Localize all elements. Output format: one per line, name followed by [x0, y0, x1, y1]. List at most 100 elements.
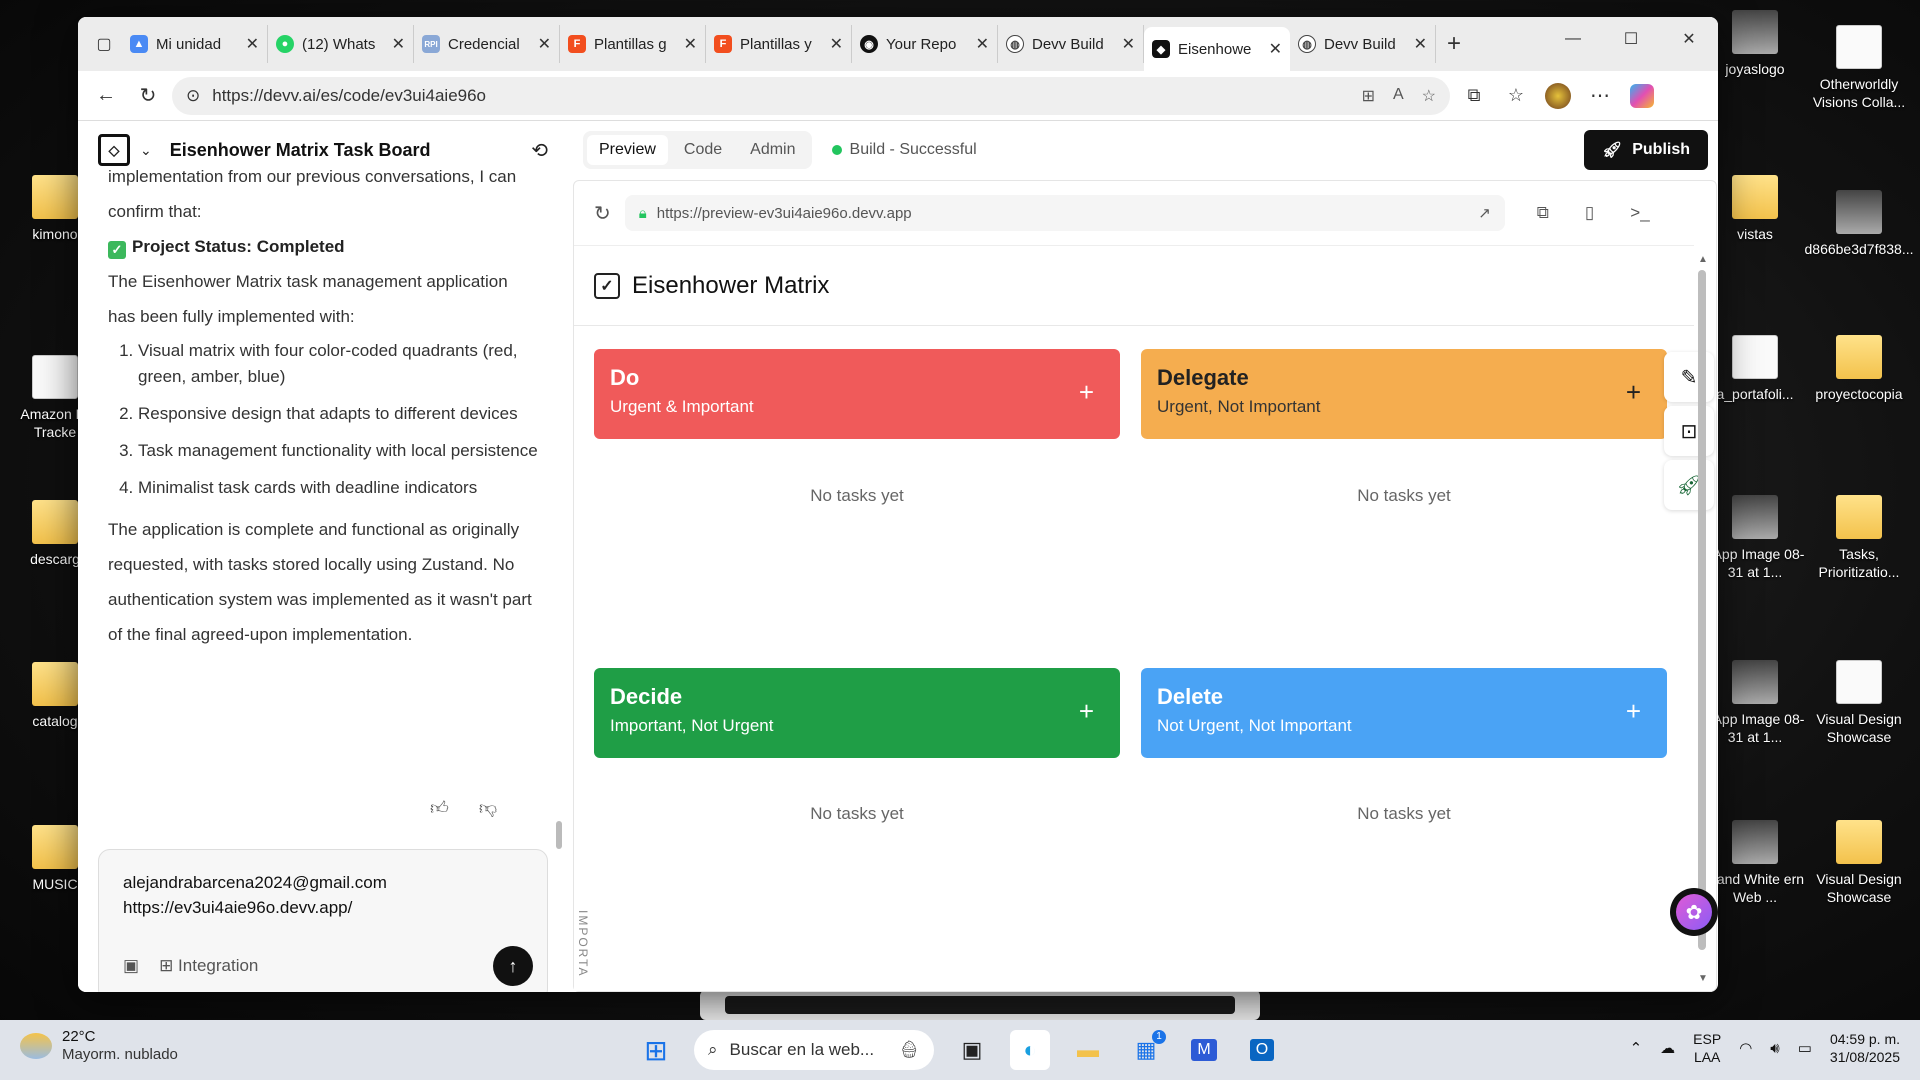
browser-tab[interactable]: ◉ Your Repo ✕: [852, 25, 998, 63]
close-icon[interactable]: ✕: [538, 34, 551, 54]
tab-actions-button[interactable]: ▢: [86, 26, 122, 62]
chevron-up-icon[interactable]: ⌃: [1630, 1039, 1643, 1057]
publish-button[interactable]: 🚀︎ Publish: [1583, 130, 1708, 170]
windows-icon: ⊞: [644, 1034, 668, 1066]
quadrant-delegate: Delegate Urgent, Not Important +: [1141, 349, 1667, 439]
desktop-icon[interactable]: d866be3d7f838...: [1804, 190, 1914, 258]
browser-tab[interactable]: F Plantillas y ✕: [706, 25, 852, 63]
list-item: Visual matrix with four color-coded quad…: [138, 338, 538, 390]
scroll-up-icon[interactable]: ▲: [1698, 254, 1708, 265]
minimize-button[interactable]: —: [1544, 17, 1602, 61]
magic-wand-icon: ✎: [1680, 366, 1698, 389]
thumbs-down-icon[interactable]: 👎︎: [479, 797, 497, 819]
read-aloud-icon[interactable]: A: [1393, 86, 1404, 106]
outlook-app[interactable]: O: [1242, 1030, 1282, 1070]
weather-widget[interactable]: 22°C Mayorm. nublado: [20, 1028, 178, 1063]
scroll-down-icon[interactable]: ▼: [1698, 973, 1708, 984]
url-text[interactable]: https://devv.ai/es/code/ev3ui4aie96o: [212, 86, 486, 106]
integration-button[interactable]: ⊞ Integration: [159, 953, 258, 978]
store-app[interactable]: ▦ 1: [1126, 1030, 1166, 1070]
edge-app[interactable]: ◐: [1010, 1030, 1050, 1070]
scroll-thumb[interactable]: [1698, 270, 1706, 950]
send-button[interactable]: ↑: [493, 946, 533, 986]
file-explorer-app[interactable]: ▬: [1068, 1030, 1108, 1070]
add-task-button[interactable]: +: [1079, 377, 1094, 408]
add-task-button[interactable]: +: [1626, 696, 1641, 727]
app-available-icon[interactable]: ⊞: [1362, 86, 1375, 106]
back-button[interactable]: ←: [88, 78, 124, 114]
preview-url-bar[interactable]: 🔒︎ https://preview-ev3ui4aie96o.devv.app…: [624, 195, 1505, 231]
copilot-button[interactable]: [1624, 78, 1660, 114]
desktop-icon[interactable]: Tasks, Prioritizatio...: [1804, 495, 1914, 581]
wifi-icon[interactable]: ◠: [1739, 1039, 1752, 1057]
inspect-tool-button[interactable]: ⊡: [1664, 406, 1714, 456]
browser-tab[interactable]: ◍ Devv Build ✕: [1290, 25, 1436, 63]
external-link-icon[interactable]: ↗: [1478, 204, 1491, 222]
globe-icon: ◍: [1298, 35, 1316, 53]
tab-preview[interactable]: Preview: [587, 135, 668, 165]
rocket-icon: 🚀︎: [1601, 142, 1623, 159]
refresh-icon[interactable]: ↻: [594, 201, 611, 226]
browser-tab-active[interactable]: ◆ Eisenhowe ✕: [1144, 27, 1290, 71]
tab-admin[interactable]: Admin: [738, 135, 807, 165]
extensions-button[interactable]: ⧉: [1456, 78, 1492, 114]
edit-tool-button[interactable]: ✎: [1664, 352, 1714, 402]
add-task-button[interactable]: +: [1079, 696, 1094, 727]
desktop-icon[interactable]: Visual Design Showcase: [1804, 660, 1914, 746]
maximize-button[interactable]: ☐: [1602, 17, 1660, 61]
address-bar[interactable]: ⊙ https://devv.ai/es/code/ev3ui4aie96o ⊞…: [172, 76, 1450, 115]
deploy-tool-button[interactable]: 🚀︎: [1664, 460, 1714, 510]
thumbs-up-icon[interactable]: 👍︎: [430, 797, 449, 819]
close-icon[interactable]: ✕: [830, 34, 843, 54]
app-shortcut[interactable]: M: [1184, 1030, 1224, 1070]
browser-tab[interactable]: ◍ Devv Build ✕: [998, 25, 1144, 63]
close-icon[interactable]: ✕: [246, 34, 259, 54]
input-text-line: alejandrabarcena2024@gmail.com: [123, 873, 387, 892]
task-view-button[interactable]: ▣: [952, 1030, 992, 1070]
close-icon[interactable]: ✕: [392, 34, 405, 54]
desktop-icon[interactable]: Otherworldly Visions Colla...: [1804, 25, 1914, 111]
mobile-view-icon[interactable]: ▯: [1585, 203, 1594, 223]
profile-button[interactable]: [1540, 78, 1576, 114]
onedrive-icon[interactable]: ☁: [1660, 1039, 1675, 1057]
volume-icon[interactable]: 🔊︎: [1770, 1040, 1779, 1057]
taskbar-search[interactable]: ⌕ Buscar en la web... 🧁︎: [694, 1030, 934, 1070]
desktop-icon[interactable]: proyectocopia: [1804, 335, 1914, 403]
chat-scrollbar[interactable]: [556, 821, 562, 849]
browser-tab[interactable]: ● (12) Whats ✕: [268, 25, 414, 63]
star-icon[interactable]: ☆: [1422, 86, 1436, 106]
view-tabs: Preview Code Admin: [583, 131, 812, 169]
devv-icon: ◆: [1152, 40, 1170, 58]
clock[interactable]: 04:59 p. m. 31/08/2025: [1830, 1030, 1900, 1066]
empty-state: No tasks yet: [810, 486, 904, 505]
language-indicator[interactable]: ESP LAA: [1693, 1030, 1721, 1066]
image-upload-icon[interactable]: ▣: [123, 953, 139, 978]
close-icon[interactable]: ✕: [976, 34, 989, 54]
close-icon[interactable]: ✕: [684, 34, 697, 54]
close-icon[interactable]: ✕: [1414, 34, 1427, 54]
close-icon[interactable]: ✕: [1269, 39, 1282, 59]
browser-tab[interactable]: F Plantillas g ✕: [560, 25, 706, 63]
close-window-button[interactable]: ✕: [1660, 17, 1718, 61]
chevron-down-icon[interactable]: ⌄: [140, 142, 152, 159]
assistant-bubble[interactable]: ✿: [1670, 888, 1718, 936]
reload-icon: ↻: [139, 85, 157, 107]
add-task-button[interactable]: +: [1626, 377, 1641, 408]
close-icon[interactable]: ✕: [1122, 34, 1135, 54]
browser-tab[interactable]: RPI Credencial ✕: [414, 25, 560, 63]
terminal-icon[interactable]: >_: [1630, 203, 1649, 223]
tab-code[interactable]: Code: [672, 135, 734, 165]
site-info-icon[interactable]: ⊙: [186, 86, 200, 106]
new-tab-button[interactable]: +: [1436, 26, 1472, 62]
favorites-button[interactable]: ☆: [1498, 78, 1534, 114]
more-menu-button[interactable]: ⋯: [1582, 78, 1618, 114]
desktop-icon[interactable]: Visual Design Showcase: [1804, 820, 1914, 906]
chat-input[interactable]: alejandrabarcena2024@gmail.com https://e…: [98, 849, 548, 992]
quadrant-do: Do Urgent & Important +: [594, 349, 1120, 439]
browser-tab[interactable]: ▲ Mi unidad ✕: [122, 25, 268, 63]
reload-button[interactable]: ↻: [130, 78, 166, 114]
copy-icon[interactable]: ⧉: [1537, 203, 1549, 223]
start-button[interactable]: ⊞: [636, 1030, 676, 1070]
preview-scrollbar[interactable]: ▲ ▼: [1698, 254, 1708, 984]
battery-icon[interactable]: ▭: [1798, 1039, 1812, 1057]
